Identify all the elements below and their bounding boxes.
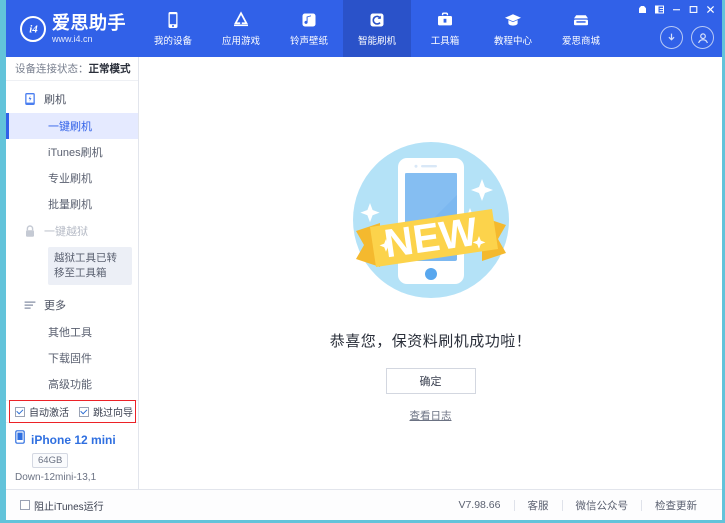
checkbox-box bbox=[79, 407, 89, 417]
skin-theme-icon[interactable] bbox=[634, 3, 650, 16]
shop-icon bbox=[571, 10, 591, 30]
sidebar-item-label: 其他工具 bbox=[48, 324, 92, 340]
status-bar: 阻止iTunes运行 V7.98.66 客服 微信公众号 检查更新 bbox=[6, 489, 722, 520]
sidebar-group-jailbreak: 一键越狱 bbox=[6, 217, 138, 245]
download-circle-icon[interactable] bbox=[660, 26, 683, 49]
list-menu-icon[interactable] bbox=[651, 3, 667, 16]
toolbox-icon bbox=[435, 10, 455, 30]
sidebar-item-label: iTunes刷机 bbox=[48, 144, 103, 160]
nav-label: 智能刷机 bbox=[358, 33, 396, 47]
close-icon[interactable] bbox=[702, 3, 718, 16]
sidebar-group-label: 刷机 bbox=[44, 91, 66, 107]
nav-label: 我的设备 bbox=[154, 33, 192, 47]
main-content: NEW 恭喜您，保资料刷机成功啦！ 确定 查看日志 bbox=[139, 57, 722, 489]
app-header: i4 爱思助手 www.i4.cn 我的设备 bbox=[6, 0, 722, 57]
flash-device-icon bbox=[23, 92, 37, 106]
user-circle-icon[interactable] bbox=[691, 26, 714, 49]
device-name: iPhone 12 mini bbox=[31, 433, 116, 447]
i4-circle-logo-icon: i4 bbox=[20, 16, 46, 42]
appstore-icon bbox=[231, 10, 251, 30]
nav-label: 应用游戏 bbox=[222, 33, 260, 47]
sidebar-item-advanced[interactable]: 高级功能 bbox=[6, 371, 138, 397]
nav-label: 教程中心 bbox=[494, 33, 532, 47]
device-status-value: 正常模式 bbox=[89, 61, 131, 76]
device-capacity-badge: 64GB bbox=[32, 453, 68, 468]
graduation-cap-icon bbox=[503, 10, 523, 30]
sidebar-item-batch-flash[interactable]: 批量刷机 bbox=[6, 191, 138, 217]
nav-item-smart-flash[interactable]: 智能刷机 bbox=[343, 0, 411, 57]
app-version: V7.98.66 bbox=[445, 499, 513, 511]
jailbreak-moved-tip: 越狱工具已转移至工具箱 bbox=[48, 247, 132, 285]
confirm-button[interactable]: 确定 bbox=[386, 368, 476, 394]
brand-name: 爱思助手 bbox=[52, 14, 126, 32]
sidebar-item-one-key-flash[interactable]: 一键刷机 bbox=[6, 113, 138, 139]
phone-icon bbox=[163, 10, 183, 30]
sidebar-item-pro-flash[interactable]: 专业刷机 bbox=[6, 165, 138, 191]
list-lines-icon bbox=[23, 298, 37, 312]
checkbox-skip-setup[interactable]: 跳过向导 bbox=[79, 404, 133, 419]
footer-link-wechat[interactable]: 微信公众号 bbox=[563, 498, 642, 513]
connected-device-info[interactable]: iPhone 12 mini 64GB Down-12mini-13,1 bbox=[6, 422, 138, 489]
device-status-row: 设备连接状态： 正常模式 bbox=[6, 57, 138, 81]
maximize-icon[interactable] bbox=[685, 3, 701, 16]
phone-small-icon bbox=[15, 430, 26, 449]
nav-label: 铃声壁纸 bbox=[290, 33, 328, 47]
sidebar-item-label: 批量刷机 bbox=[48, 196, 92, 212]
sidebar-item-other-tools[interactable]: 其他工具 bbox=[6, 319, 138, 345]
checkbox-box bbox=[20, 500, 30, 510]
success-message: 恭喜您，保资料刷机成功啦！ bbox=[330, 330, 532, 351]
sidebar-item-label: 专业刷机 bbox=[48, 170, 92, 186]
sidebar-item-itunes-flash[interactable]: iTunes刷机 bbox=[6, 139, 138, 165]
nav-item-toolbox[interactable]: 工具箱 bbox=[411, 0, 479, 57]
checkbox-label: 阻止iTunes运行 bbox=[34, 498, 104, 513]
nav-item-my-device[interactable]: 我的设备 bbox=[139, 0, 207, 57]
footer-link-check-update[interactable]: 检查更新 bbox=[642, 498, 710, 513]
checkbox-label: 跳过向导 bbox=[93, 404, 133, 419]
sidebar: 设备连接状态： 正常模式 刷机 一键刷机 iTunes刷机 bbox=[6, 57, 139, 489]
checkbox-block-itunes[interactable]: 阻止iTunes运行 bbox=[20, 498, 104, 513]
sidebar-bottom: 自动激活 跳过向导 iPhone 12 mini bbox=[6, 400, 138, 489]
device-status-label: 设备连接状态： bbox=[15, 61, 89, 76]
app-window: i4 爱思助手 www.i4.cn 我的设备 bbox=[0, 0, 725, 523]
brand: i4 爱思助手 www.i4.cn bbox=[6, 0, 139, 57]
nav-label: 爱思商城 bbox=[562, 33, 600, 47]
nav-item-tutorials[interactable]: 教程中心 bbox=[479, 0, 547, 57]
svg-text:i4: i4 bbox=[29, 24, 38, 36]
flash-options-row: 自动激活 跳过向导 bbox=[6, 400, 138, 422]
checkbox-auto-activate[interactable]: 自动激活 bbox=[15, 404, 69, 419]
window-controls bbox=[634, 3, 718, 16]
checkbox-label: 自动激活 bbox=[29, 404, 69, 419]
lock-icon bbox=[23, 224, 37, 238]
music-note-icon bbox=[299, 10, 319, 30]
footer-link-support[interactable]: 客服 bbox=[515, 498, 562, 513]
sidebar-group-label: 更多 bbox=[44, 297, 66, 313]
sidebar-group-label: 一键越狱 bbox=[44, 223, 88, 239]
main-navbar: 我的设备 应用游戏 bbox=[139, 0, 615, 57]
nav-label: 工具箱 bbox=[431, 33, 460, 47]
sidebar-item-label: 一键刷机 bbox=[48, 118, 92, 134]
refresh-circle-icon bbox=[367, 10, 387, 30]
sidebar-item-label: 下载固件 bbox=[48, 350, 92, 366]
nav-item-store[interactable]: 爱思商城 bbox=[547, 0, 615, 57]
checkbox-box bbox=[15, 407, 25, 417]
nav-item-apps-games[interactable]: 应用游戏 bbox=[207, 0, 275, 57]
sidebar-group-flash[interactable]: 刷机 bbox=[6, 85, 138, 113]
sidebar-item-label: 高级功能 bbox=[48, 376, 92, 392]
brand-url: www.i4.cn bbox=[52, 35, 126, 44]
minimize-icon[interactable] bbox=[668, 3, 684, 16]
view-log-link[interactable]: 查看日志 bbox=[410, 408, 452, 423]
sidebar-item-download-firmware[interactable]: 下载固件 bbox=[6, 345, 138, 371]
sidebar-menu: 刷机 一键刷机 iTunes刷机 专业刷机 批量刷机 bbox=[6, 81, 138, 397]
nav-item-ringtones-wallpaper[interactable]: 铃声壁纸 bbox=[275, 0, 343, 57]
header-actions bbox=[660, 26, 714, 49]
new-phone-badge-illustration: NEW bbox=[336, 135, 526, 320]
sidebar-group-more[interactable]: 更多 bbox=[6, 291, 138, 319]
device-identifier: Down-12mini-13,1 bbox=[15, 472, 138, 483]
